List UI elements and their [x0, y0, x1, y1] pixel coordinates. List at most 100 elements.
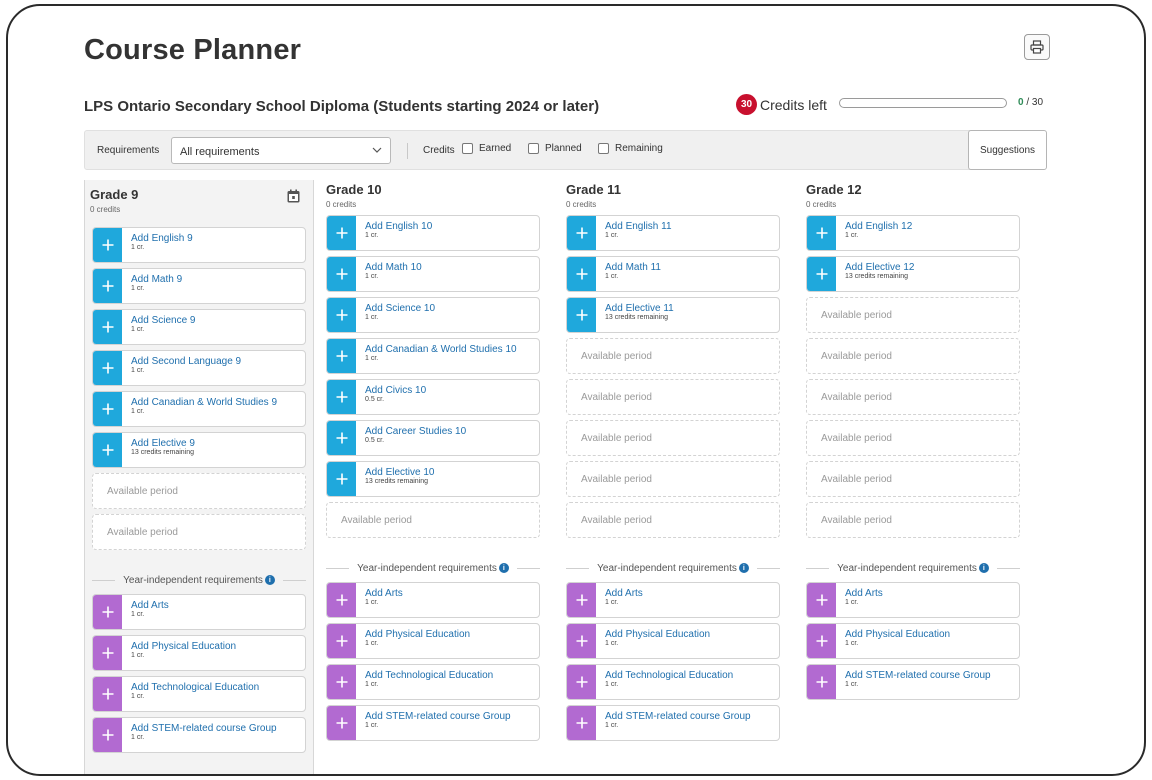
course-card[interactable]: Add Canadian & World Studies 9 1 cr. — [92, 391, 306, 427]
remaining-checkbox[interactable]: Remaining — [598, 143, 663, 154]
course-card[interactable]: Add Math 11 1 cr. — [566, 256, 780, 292]
add-button[interactable] — [567, 298, 596, 332]
course-card[interactable]: Add English 11 1 cr. — [566, 215, 780, 251]
course-card[interactable]: Add English 12 1 cr. — [806, 215, 1020, 251]
info-icon[interactable]: i — [978, 563, 989, 573]
independent-course-card[interactable]: Add STEM-related course Group 1 cr. — [92, 717, 306, 753]
suggestions-button[interactable]: Suggestions — [968, 130, 1047, 170]
available-period[interactable]: Available period — [806, 461, 1020, 497]
course-card[interactable]: Add Elective 12 13 credits remaining — [806, 256, 1020, 292]
add-button[interactable] — [93, 433, 122, 467]
course-label[interactable]: Add Canadian & World Studies 9 — [131, 397, 277, 408]
available-period[interactable]: Available period — [566, 338, 780, 374]
add-button[interactable] — [93, 228, 122, 262]
available-period[interactable]: Available period — [92, 473, 306, 509]
independent-course-card[interactable]: Add Arts 1 cr. — [806, 582, 1020, 618]
earned-checkbox[interactable]: Earned — [462, 143, 511, 154]
course-label[interactable]: Add STEM-related course Group — [845, 670, 991, 681]
independent-course-card[interactable]: Add Physical Education 1 cr. — [92, 635, 306, 671]
add-button[interactable] — [807, 216, 836, 250]
course-label[interactable]: Add Math 9 — [131, 274, 182, 285]
add-button[interactable] — [93, 718, 122, 752]
course-card[interactable]: Add Canadian & World Studies 10 1 cr. — [326, 338, 540, 374]
course-label[interactable]: Add Elective 11 — [605, 303, 674, 314]
independent-course-card[interactable]: Add Arts 1 cr. — [326, 582, 540, 618]
course-card[interactable]: Add Science 9 1 cr. — [92, 309, 306, 345]
info-icon[interactable]: i — [264, 575, 275, 585]
course-label[interactable]: Add English 10 — [365, 221, 432, 232]
course-card[interactable]: Add Math 10 1 cr. — [326, 256, 540, 292]
course-label[interactable]: Add Arts — [605, 588, 643, 599]
course-card[interactable]: Add English 9 1 cr. — [92, 227, 306, 263]
course-label[interactable]: Add English 12 — [845, 221, 912, 232]
add-button[interactable] — [807, 624, 836, 658]
print-button[interactable] — [1024, 34, 1050, 60]
available-period[interactable]: Available period — [806, 297, 1020, 333]
independent-course-card[interactable]: Add Physical Education 1 cr. — [566, 623, 780, 659]
add-button[interactable] — [567, 624, 596, 658]
independent-course-card[interactable]: Add Technological Education 1 cr. — [92, 676, 306, 712]
add-button[interactable] — [807, 583, 836, 617]
course-label[interactable]: Add English 9 — [131, 233, 193, 244]
add-button[interactable] — [93, 595, 122, 629]
add-button[interactable] — [567, 665, 596, 699]
add-button[interactable] — [93, 269, 122, 303]
course-label[interactable]: Add STEM-related course Group — [365, 711, 511, 722]
available-period[interactable]: Available period — [566, 420, 780, 456]
independent-course-card[interactable]: Add Arts 1 cr. — [566, 582, 780, 618]
add-button[interactable] — [327, 421, 356, 455]
add-button[interactable] — [93, 351, 122, 385]
course-label[interactable]: Add Physical Education — [365, 629, 470, 640]
independent-course-card[interactable]: Add Technological Education 1 cr. — [326, 664, 540, 700]
add-button[interactable] — [327, 583, 356, 617]
course-label[interactable]: Add Civics 10 — [365, 385, 426, 396]
add-button[interactable] — [327, 462, 356, 496]
add-button[interactable] — [327, 298, 356, 332]
independent-course-card[interactable]: Add STEM-related course Group 1 cr. — [806, 664, 1020, 700]
independent-course-card[interactable]: Add Arts 1 cr. — [92, 594, 306, 630]
add-button[interactable] — [567, 257, 596, 291]
course-label[interactable]: Add Math 11 — [605, 262, 661, 273]
course-label[interactable]: Add Canadian & World Studies 10 — [365, 344, 517, 355]
course-label[interactable]: Add English 11 — [605, 221, 672, 232]
available-period[interactable]: Available period — [566, 502, 780, 538]
course-label[interactable]: Add Arts — [365, 588, 403, 599]
available-period[interactable]: Available period — [806, 420, 1020, 456]
course-label[interactable]: Add Science 10 — [365, 303, 435, 314]
available-period[interactable]: Available period — [92, 514, 306, 550]
add-button[interactable] — [567, 583, 596, 617]
available-period[interactable]: Available period — [566, 461, 780, 497]
available-period[interactable]: Available period — [806, 338, 1020, 374]
course-card[interactable]: Add Elective 10 13 credits remaining — [326, 461, 540, 497]
available-period[interactable]: Available period — [326, 502, 540, 538]
course-label[interactable]: Add Elective 9 — [131, 438, 195, 449]
remaining-checkbox-box[interactable] — [598, 143, 609, 154]
course-card[interactable]: Add Math 9 1 cr. — [92, 268, 306, 304]
course-label[interactable]: Add STEM-related course Group — [605, 711, 751, 722]
course-label[interactable]: Add Physical Education — [845, 629, 950, 640]
course-card[interactable]: Add Civics 10 0.5 cr. — [326, 379, 540, 415]
independent-course-card[interactable]: Add Physical Education 1 cr. — [806, 623, 1020, 659]
course-card[interactable]: Add Elective 11 13 credits remaining — [566, 297, 780, 333]
add-button[interactable] — [93, 677, 122, 711]
course-label[interactable]: Add Math 10 — [365, 262, 422, 273]
add-button[interactable] — [327, 624, 356, 658]
course-label[interactable]: Add Elective 12 — [845, 262, 915, 273]
add-button[interactable] — [807, 665, 836, 699]
course-label[interactable]: Add Technological Education — [131, 682, 259, 693]
course-label[interactable]: Add Elective 10 — [365, 467, 435, 478]
add-button[interactable] — [567, 706, 596, 740]
planned-checkbox[interactable]: Planned — [528, 143, 582, 154]
add-button[interactable] — [807, 257, 836, 291]
independent-course-card[interactable]: Add STEM-related course Group 1 cr. — [326, 705, 540, 741]
course-label[interactable]: Add Arts — [131, 600, 169, 611]
available-period[interactable]: Available period — [806, 502, 1020, 538]
requirements-select[interactable]: All requirements — [171, 137, 391, 164]
earned-checkbox-box[interactable] — [462, 143, 473, 154]
available-period[interactable]: Available period — [806, 379, 1020, 415]
course-label[interactable]: Add Physical Education — [131, 641, 236, 652]
course-card[interactable]: Add Science 10 1 cr. — [326, 297, 540, 333]
course-label[interactable]: Add Technological Education — [365, 670, 493, 681]
calendar-icon[interactable] — [287, 189, 300, 203]
add-button[interactable] — [327, 216, 356, 250]
